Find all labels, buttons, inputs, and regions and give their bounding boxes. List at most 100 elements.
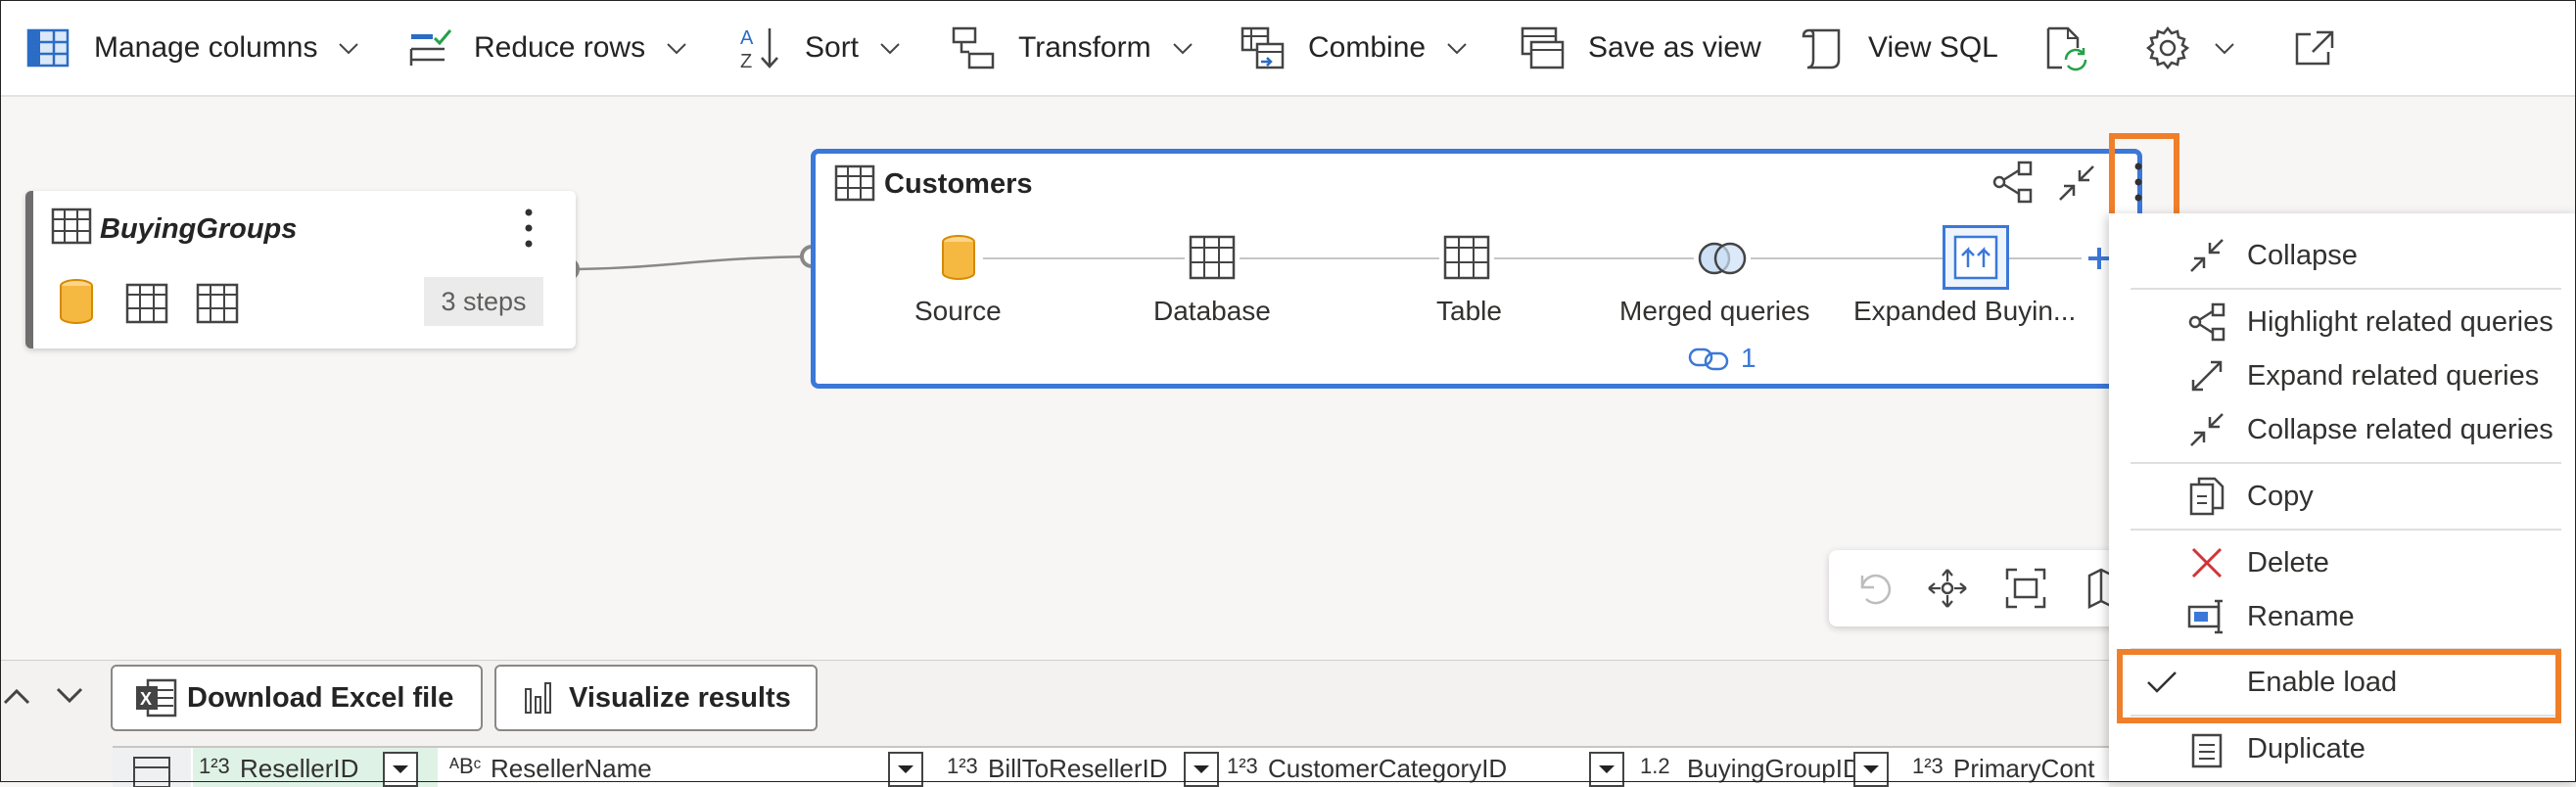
step-label-merged-queries: Merged queries	[1619, 296, 1810, 326]
transform-icon	[952, 26, 995, 69]
menu-item-rename[interactable]: Rename	[2109, 590, 2576, 643]
menu-item-copy[interactable]: Copy	[2109, 470, 2576, 523]
settings-button[interactable]	[2144, 18, 2236, 78]
download-excel-label: Download Excel file	[187, 681, 454, 714]
expand-column-icon	[1953, 235, 1998, 280]
share-nodes-icon[interactable]	[1991, 161, 2035, 204]
chevron-down-icon[interactable]	[55, 681, 84, 711]
bar-chart-icon	[525, 682, 551, 714]
database-cylinder-icon	[60, 279, 93, 324]
menu-item-collapse[interactable]: Collapse	[2109, 229, 2576, 282]
expand-icon	[2191, 360, 2223, 392]
step-merged-queries[interactable]	[1694, 239, 1751, 278]
transform-button[interactable]: Transform	[950, 18, 1194, 78]
steps-count-badge[interactable]: 3 steps	[424, 277, 543, 326]
menu-separator	[2131, 529, 2561, 531]
view-sql-label: View SQL	[1868, 31, 1998, 64]
excel-icon: X	[136, 678, 177, 718]
menu-item-expand-related[interactable]: Expand related queries	[2109, 349, 2576, 402]
popout-icon	[2295, 30, 2334, 66]
manage-columns-button[interactable]: Manage columns	[25, 18, 360, 78]
buyinggroups-title: BuyingGroups	[100, 213, 298, 245]
fit-view-icon[interactable]	[2005, 568, 2046, 609]
linked-queries-count: 1	[1741, 343, 1756, 373]
chevron-down-icon	[880, 43, 900, 55]
svg-text:A: A	[740, 27, 754, 49]
chevron-down-icon	[1599, 765, 1615, 773]
menu-item-duplicate[interactable]: Duplicate	[2109, 722, 2576, 775]
step-database[interactable]	[1185, 235, 1240, 282]
menu-item-highlight-related[interactable]: Highlight related queries	[2109, 296, 2576, 348]
gear-icon	[2145, 25, 2190, 70]
refresh-button[interactable]	[2042, 18, 2111, 78]
combine-icon	[1241, 26, 1285, 69]
visualize-results-button[interactable]: Visualize results	[494, 665, 818, 731]
rename-icon	[2187, 599, 2223, 634]
query-connector-line	[558, 245, 822, 281]
table-icon	[834, 164, 875, 202]
menu-separator	[2131, 288, 2561, 290]
chevron-down-icon	[667, 43, 686, 55]
script-icon	[1802, 28, 1841, 69]
chevron-down-icon	[898, 765, 913, 773]
select-all-cell[interactable]	[113, 748, 191, 787]
save-view-icon	[1521, 26, 1565, 69]
reduce-rows-label: Reduce rows	[474, 31, 646, 64]
manage-columns-label: Manage columns	[94, 31, 318, 64]
step-expanded-buyinggroups[interactable]	[1943, 225, 2009, 290]
view-sql-button[interactable]: View SQL	[1800, 18, 1998, 78]
table-icon	[51, 208, 92, 245]
combine-label: Combine	[1308, 31, 1427, 64]
merge-icon	[1698, 242, 1747, 275]
canvas-mini-toolbar	[1829, 550, 2123, 626]
table-icon	[1189, 235, 1236, 280]
table-icon	[125, 283, 168, 324]
customers-title: Customers	[884, 168, 1033, 200]
save-as-view-label: Save as view	[1588, 31, 1761, 64]
step-label-database: Database	[1153, 296, 1271, 326]
svg-text:Z: Z	[740, 51, 752, 71]
undo-icon[interactable]	[1852, 568, 1894, 609]
data-grid-header: 1²3 ResellerID ᴬBᶜ ResellerName 1²3 Bill…	[113, 746, 2109, 787]
combine-button[interactable]: Combine	[1240, 18, 1469, 78]
step-label-source: Source	[914, 296, 1002, 326]
step-source[interactable]	[934, 231, 983, 284]
popout-button[interactable]	[2291, 18, 2360, 78]
share-nodes-icon	[2188, 302, 2225, 342]
download-excel-button[interactable]: X Download Excel file	[111, 665, 483, 731]
plus-icon	[2082, 241, 2109, 276]
database-cylinder-icon	[942, 235, 975, 280]
collapse-icon	[2190, 413, 2224, 446]
column-header[interactable]: ᴬBᶜ ResellerName	[442, 748, 935, 787]
step-table[interactable]	[1439, 235, 1494, 282]
reduce-rows-button[interactable]: Reduce rows	[405, 18, 688, 78]
chevron-down-icon	[1863, 765, 1879, 773]
column-header[interactable]: 1²3 PrimaryCont	[1904, 748, 2109, 787]
collapse-icon	[2190, 239, 2224, 272]
svg-text:X: X	[140, 689, 152, 709]
chevron-down-icon	[1194, 765, 1209, 773]
sort-label: Sort	[805, 31, 860, 64]
step-label-expanded: Expanded Buyin...	[1853, 296, 2077, 326]
chevron-down-icon	[339, 43, 359, 55]
linked-queries-indicator[interactable]: 1	[1688, 343, 1756, 374]
menu-item-delete[interactable]: Delete	[2109, 536, 2576, 589]
refresh-doc-icon	[2046, 26, 2087, 71]
table-icon	[133, 757, 170, 787]
add-step-button[interactable]	[2078, 239, 2109, 278]
link-icon	[1688, 347, 1729, 371]
chevron-down-icon	[393, 765, 408, 773]
more-options-icon[interactable]	[517, 207, 540, 250]
collapse-icon[interactable]	[2056, 162, 2097, 204]
column-header[interactable]: 1²3 CustomerCategoryID	[1219, 748, 1630, 787]
sort-button[interactable]: A Z Sort	[736, 18, 902, 78]
reduce-rows-icon	[409, 29, 452, 66]
save-as-view-button[interactable]: Save as view	[1520, 18, 1761, 78]
transform-label: Transform	[1018, 31, 1151, 64]
pan-icon[interactable]	[1927, 568, 1968, 609]
menu-item-collapse-related[interactable]: Collapse related queries	[2109, 403, 2576, 456]
delete-x-icon	[2191, 547, 2223, 579]
chevron-up-icon[interactable]	[2, 681, 31, 711]
enable-load-highlight	[2117, 649, 2561, 723]
ribbon-toolbar: Manage columns Reduce rows A Z Sort Tran…	[0, 0, 2576, 97]
